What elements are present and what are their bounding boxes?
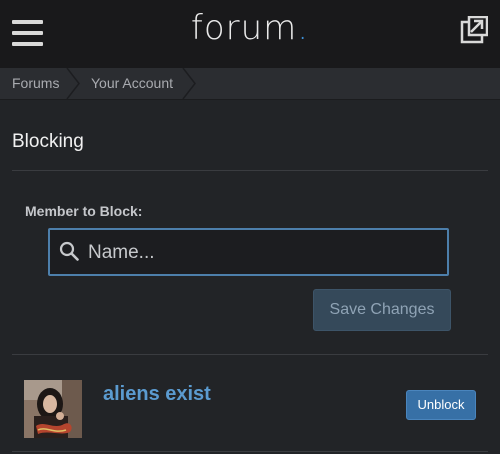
breadcrumb-your-account[interactable]: Your Account (91, 68, 173, 99)
breadcrumb-chevron-icon (182, 68, 196, 99)
breadcrumb: Forums Your Account (0, 68, 500, 100)
external-share-icon[interactable] (460, 16, 488, 44)
divider (12, 354, 488, 355)
unblock-button[interactable]: Unblock (406, 390, 476, 420)
site-logo[interactable]: forum. (0, 8, 500, 48)
member-search-input[interactable] (86, 238, 440, 268)
breadcrumb-chevron-icon (66, 68, 80, 99)
save-changes-button[interactable]: Save Changes (313, 289, 451, 331)
blocked-member-username[interactable]: aliens exist (103, 383, 211, 406)
divider (12, 170, 488, 171)
avatar[interactable] (24, 380, 82, 438)
divider (12, 451, 488, 452)
top-bar: forum. (0, 0, 500, 68)
member-to-block-label: Member to Block: (25, 203, 143, 219)
breadcrumb-forums[interactable]: Forums (12, 68, 59, 99)
member-search-field[interactable] (48, 228, 449, 276)
search-icon (59, 241, 79, 261)
page-title: Blocking (12, 131, 84, 152)
